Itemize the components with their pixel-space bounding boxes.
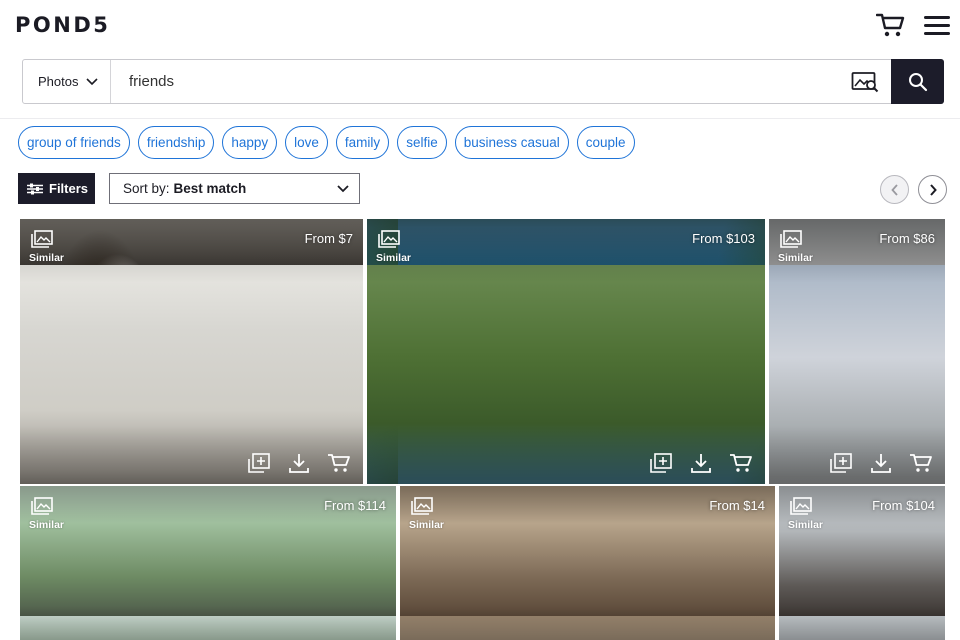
similar-label: Similar [29,252,65,264]
chevron-left-icon [890,183,898,196]
similar-button[interactable]: Similar [29,497,69,537]
media-type-dropdown[interactable]: Photos [23,60,111,103]
previous-page-button[interactable] [880,175,909,204]
result-tile[interactable]: Similar From $114 [20,486,396,640]
search-bar: Photos [22,59,944,104]
chevron-right-icon [929,183,937,196]
search-input[interactable] [111,60,839,103]
sort-value: Best match [173,181,247,196]
related-searches: group of friends friendship happy love f… [18,126,635,159]
pond5-logo[interactable]: POND5 [15,13,110,37]
cart-icon[interactable] [875,12,906,38]
chevron-down-icon [86,77,99,85]
chip-family[interactable]: family [335,126,390,159]
image-search-icon[interactable] [839,60,891,103]
magnifier-icon [908,72,927,91]
sort-dropdown[interactable]: Sort by: Best match [109,173,360,204]
next-page-button[interactable] [918,175,947,204]
similar-images-icon [31,230,53,248]
price-label: From $14 [709,498,765,513]
similar-label: Similar [376,252,412,264]
chevron-down-icon [337,185,349,193]
similar-images-icon [411,497,433,515]
chip-friendship[interactable]: friendship [137,126,215,159]
similar-images-icon [31,497,53,515]
similar-button[interactable]: Similar [29,230,69,270]
similar-images-icon [780,230,802,248]
result-tile[interactable]: Similar From $86 [769,219,945,484]
similar-button[interactable]: Similar [376,230,416,270]
price-label: From $86 [879,231,935,246]
add-to-collection-icon[interactable] [829,453,853,473]
media-type-label: Photos [38,74,79,89]
similar-button[interactable]: Similar [409,497,449,537]
sliders-icon [27,183,43,194]
chip-business-casual[interactable]: business casual [454,126,569,159]
result-tile[interactable]: Similar From $14 [400,486,775,640]
add-to-cart-icon[interactable] [327,453,351,473]
similar-label: Similar [778,252,814,264]
price-label: From $114 [324,498,386,513]
add-to-collection-icon[interactable] [649,453,673,473]
download-icon[interactable] [289,453,309,473]
hamburger-menu-icon[interactable] [924,16,952,36]
price-label: From $7 [304,231,353,246]
chip-happy[interactable]: happy [222,126,278,159]
similar-button[interactable]: Similar [778,230,818,270]
result-tile[interactable]: Similar From $104 [779,486,945,640]
chip-group-of-friends[interactable]: group of friends [18,126,130,159]
download-icon[interactable] [871,453,891,473]
chip-love[interactable]: love [285,126,328,159]
similar-label: Similar [409,519,445,531]
download-icon[interactable] [691,453,711,473]
similar-images-icon [378,230,400,248]
similar-label: Similar [29,519,65,531]
site-header: POND5 [0,0,960,52]
add-to-cart-icon[interactable] [729,453,753,473]
similar-button[interactable]: Similar [788,497,828,537]
similar-label: Similar [788,519,824,531]
filters-label: Filters [49,181,89,196]
result-tile[interactable]: Similar From $103 [367,219,765,484]
similar-images-icon [790,497,812,515]
add-to-collection-icon[interactable] [247,453,271,473]
price-label: From $103 [692,231,755,246]
price-label: From $104 [872,498,935,513]
sort-prefix: Sort by: [123,181,170,196]
search-button[interactable] [891,59,944,104]
chip-selfie[interactable]: selfie [397,126,447,159]
header-divider [0,118,960,119]
filters-button[interactable]: Filters [18,173,95,204]
chip-couple[interactable]: couple [576,126,635,159]
add-to-cart-icon[interactable] [909,453,933,473]
result-tile[interactable]: Similar From $7 [20,219,363,484]
